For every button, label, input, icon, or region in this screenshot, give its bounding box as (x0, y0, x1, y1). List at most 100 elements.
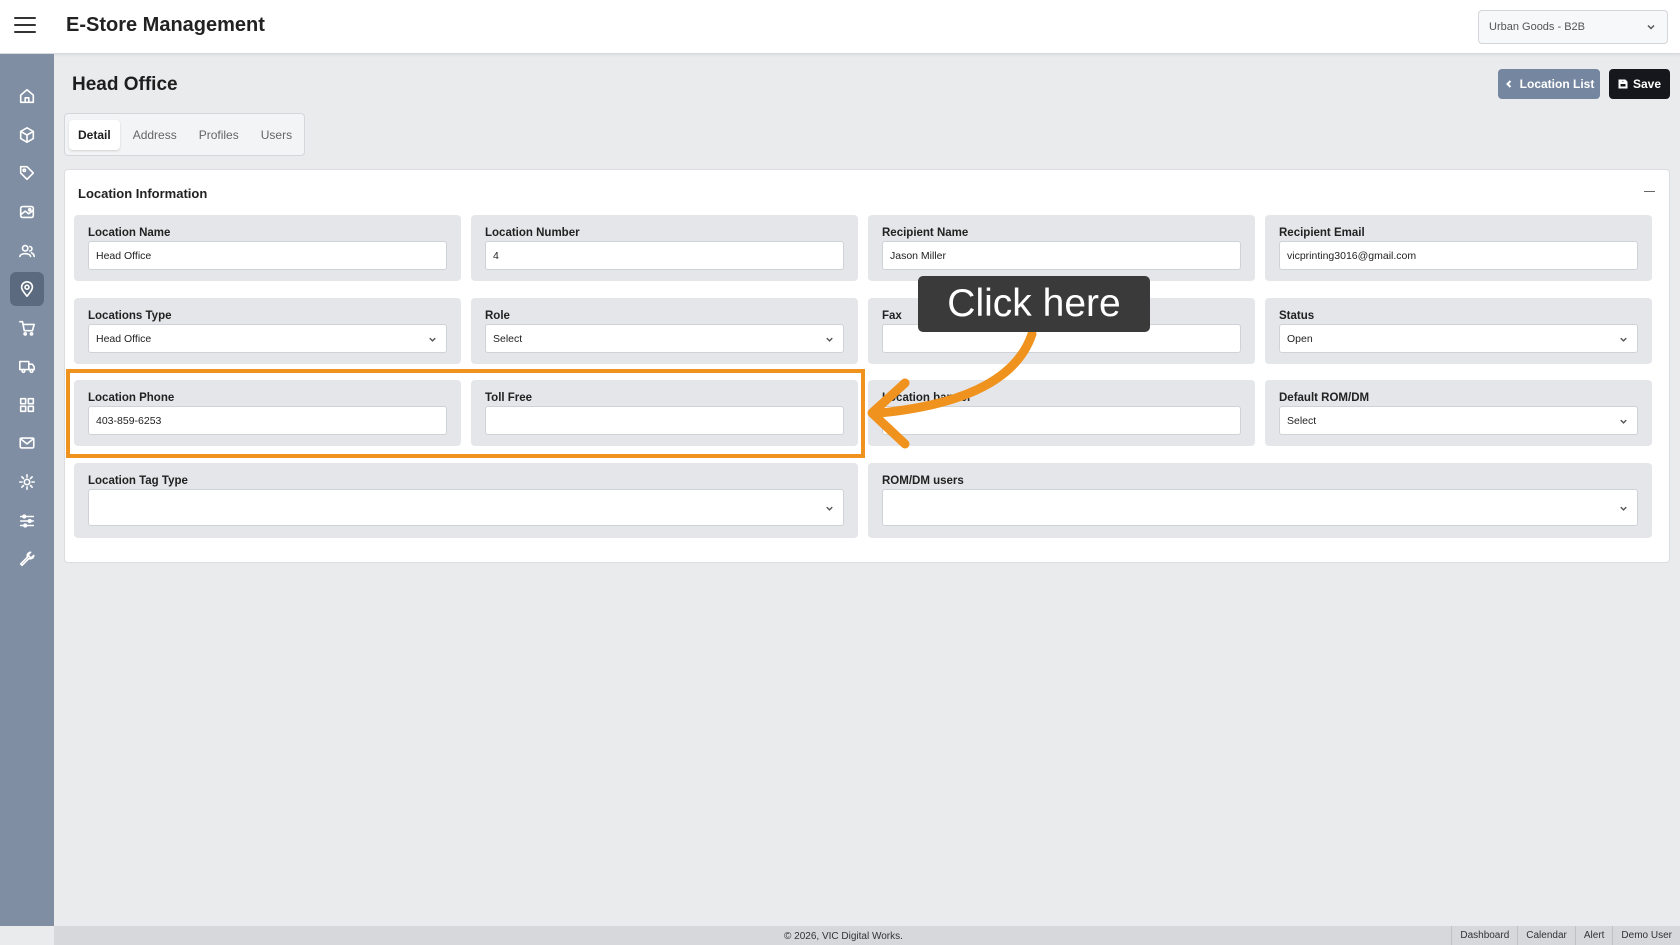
footer-links: Dashboard Calendar Alert Demo User (1451, 926, 1680, 945)
card-title: Location Information (78, 186, 208, 201)
location-number-input[interactable]: 4 (485, 241, 844, 270)
store-selector-value: Urban Goods - B2B (1489, 21, 1585, 33)
sidebar-item-gear[interactable] (10, 465, 44, 499)
sidebar-item-tag[interactable] (10, 156, 44, 190)
mail-icon (19, 437, 35, 449)
default-rom-dm-label: Default ROM/DM (1279, 392, 1370, 404)
chevron-down-icon (1620, 337, 1627, 342)
location-tag-type-select[interactable] (88, 489, 844, 526)
sidebar-item-image[interactable] (10, 195, 44, 229)
location-banner-label: Location banner (882, 392, 972, 404)
recipient-email-group: Recipient Email vicprinting3016@gmail.co… (1265, 215, 1652, 281)
sidebar-item-grid[interactable] (10, 388, 44, 422)
image-icon (19, 205, 35, 219)
tab-bar: Detail Address Profiles Users (64, 113, 305, 156)
footer-link-calendar[interactable]: Calendar (1517, 926, 1575, 945)
rom-dm-users-group: ROM/DM users (868, 463, 1652, 538)
grid-icon (19, 397, 35, 413)
footer: © 2026, VIC Digital Works. Dashboard Cal… (54, 926, 1680, 945)
tab-detail[interactable]: Detail (69, 119, 120, 150)
rom-dm-users-select[interactable] (882, 489, 1638, 526)
chevron-down-icon (1620, 419, 1627, 424)
status-select[interactable]: Open (1279, 324, 1638, 353)
sidebar-item-location-pin[interactable] (10, 272, 44, 306)
chevron-down-icon (826, 506, 833, 511)
users-icon (18, 244, 36, 258)
sliders-icon (19, 514, 35, 528)
chevron-down-icon (429, 337, 436, 342)
chevron-down-icon (1647, 24, 1655, 30)
store-selector[interactable]: Urban Goods - B2B (1478, 10, 1668, 44)
recipient-name-label: Recipient Name (882, 227, 969, 239)
rom-dm-users-label: ROM/DM users (882, 475, 964, 487)
sidebar-item-sliders[interactable] (10, 504, 44, 538)
status-label: Status (1279, 310, 1315, 322)
location-list-button[interactable]: Location List (1498, 69, 1600, 99)
status-value: Open (1287, 333, 1313, 345)
role-value: Select (493, 333, 523, 345)
fax-label: Fax (882, 310, 902, 322)
sidebar-item-box[interactable] (10, 118, 44, 152)
wrench-icon (19, 551, 35, 567)
tag-icon (19, 165, 35, 181)
top-bar: E-Store Management Urban Goods - B2B (0, 0, 1680, 54)
footer-link-demo-user[interactable]: Demo User (1612, 926, 1680, 945)
save-button[interactable]: Save (1609, 69, 1670, 99)
floppy-disk-icon (1618, 79, 1628, 89)
recipient-name-group: Recipient Name Jason Miller (868, 215, 1255, 281)
chevron-down-icon (1620, 506, 1627, 511)
location-pin-icon (20, 281, 34, 298)
footer-link-dashboard[interactable]: Dashboard (1451, 926, 1517, 945)
locations-type-select[interactable]: Head Office (88, 324, 447, 353)
tab-profiles[interactable]: Profiles (190, 120, 248, 150)
role-group: Role Select (471, 298, 858, 364)
locations-type-label: Locations Type (88, 310, 172, 322)
sidebar-item-cart[interactable] (10, 311, 44, 345)
location-tag-type-label: Location Tag Type (88, 475, 188, 487)
locations-type-value: Head Office (96, 333, 152, 345)
sidebar (0, 54, 54, 926)
locations-type-group: Locations Type Head Office (74, 298, 461, 364)
location-list-label: Location List (1519, 77, 1595, 91)
sidebar-item-wrench[interactable] (10, 542, 44, 576)
location-number-label: Location Number (485, 227, 580, 239)
sidebar-item-home[interactable] (10, 79, 44, 113)
chevron-left-icon (1505, 80, 1511, 88)
recipient-email-label: Recipient Email (1279, 227, 1365, 239)
default-rom-dm-value: Select (1287, 415, 1317, 427)
location-name-label: Location Name (88, 227, 171, 239)
cart-icon (18, 320, 36, 336)
page-title: Head Office (72, 74, 178, 95)
location-name-input[interactable]: Head Office (88, 241, 447, 270)
role-select[interactable]: Select (485, 324, 844, 353)
hamburger-menu-icon[interactable] (14, 17, 36, 35)
location-banner-input[interactable] (882, 406, 1241, 435)
copyright-text: © 2026, VIC Digital Works. (784, 931, 903, 942)
location-number-group: Location Number 4 (471, 215, 858, 281)
sidebar-item-truck[interactable] (10, 349, 44, 383)
gear-icon (18, 473, 36, 491)
truck-icon (18, 360, 36, 374)
app-title: E-Store Management (66, 14, 265, 36)
default-rom-dm-group: Default ROM/DM Select (1265, 380, 1652, 446)
chevron-down-icon (826, 337, 833, 342)
sidebar-item-users[interactable] (10, 234, 44, 268)
location-banner-group: Location banner (868, 380, 1255, 446)
location-information-card: Location Information Location Name Head … (64, 169, 1670, 563)
save-label: Save (1632, 77, 1662, 91)
home-icon (19, 88, 35, 104)
role-label: Role (485, 310, 510, 322)
recipient-email-input[interactable]: vicprinting3016@gmail.com (1279, 241, 1638, 270)
collapse-icon[interactable] (1644, 191, 1655, 192)
sidebar-item-mail[interactable] (10, 426, 44, 460)
box-icon (19, 126, 35, 144)
tab-address[interactable]: Address (124, 120, 186, 150)
click-here-callout: Click here (918, 276, 1150, 332)
location-name-group: Location Name Head Office (74, 215, 461, 281)
status-group: Status Open (1265, 298, 1652, 364)
tab-users[interactable]: Users (252, 120, 301, 150)
default-rom-dm-select[interactable]: Select (1279, 406, 1638, 435)
location-tag-type-group: Location Tag Type (74, 463, 858, 538)
recipient-name-input[interactable]: Jason Miller (882, 241, 1241, 270)
footer-link-alert[interactable]: Alert (1574, 926, 1613, 945)
